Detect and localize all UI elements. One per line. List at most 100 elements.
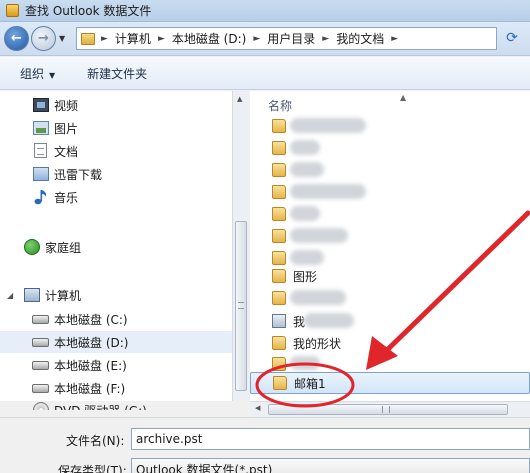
folder-icon [272,119,286,133]
filetype-value: Outlook 数据文件(*.pst) [136,462,273,473]
nav-item-xunlei-downloads[interactable]: 迅雷下载 [0,163,232,185]
nav-item-label: 本地磁盘 (F:) [54,382,126,396]
redacted-filename [290,250,324,265]
scrollbar-thumb[interactable] [268,404,508,415]
redacted-filename [290,162,324,177]
redacted-filename [290,118,366,133]
list-item[interactable] [250,137,530,159]
list-item[interactable] [250,203,530,225]
nav-item-pictures[interactable]: 图片 [0,117,232,139]
list-item[interactable] [250,159,530,181]
computer-icon [24,288,40,302]
nav-item-drive-e[interactable]: 本地磁盘 (E:) [0,354,232,376]
window-title: 查找 Outlook 数据文件 [25,4,152,18]
scroll-up-icon[interactable]: ▲ [237,95,242,103]
nav-item-drive-f[interactable]: 本地磁盘 (F:) [0,377,232,399]
folder-icon [272,141,286,155]
file-list-pane: 名称 ▲ 图形 我 我的形状 邮箱1 [250,91,530,401]
xunlei-download-icon [33,167,49,181]
column-header-name[interactable]: 名称 [268,97,292,114]
nav-item-computer[interactable]: ◢ 计算机 [0,284,232,306]
nav-item-label: 图片 [54,122,79,136]
sort-caret-icon: ▲ [400,93,407,102]
hard-disk-icon [32,338,49,347]
folder-icon [272,336,286,350]
nav-item-drive-d[interactable]: 本地磁盘 (D:) [0,331,232,353]
organize-button[interactable]: 组织 ▼ [20,65,55,82]
forward-button[interactable]: → [31,26,56,51]
breadcrumb-computer[interactable]: 计算机 [115,30,151,47]
chevron-right-icon[interactable]: ► [101,34,108,44]
scroll-left-icon[interactable]: ◀ [255,404,260,412]
command-toolbar: 组织 ▼ 新建文件夹 [0,57,530,90]
new-folder-button[interactable]: 新建文件夹 [87,65,147,82]
list-item-partial[interactable]: 我 [250,310,530,332]
file-list-horizontal-scrollbar[interactable]: ◀ [250,401,530,417]
filetype-label: 保存类型(T): [58,464,127,473]
hard-disk-icon [32,315,49,324]
collapse-arrow-icon[interactable]: ◢ [7,291,13,300]
back-button[interactable]: ← [4,26,29,51]
video-icon [33,98,49,112]
folder-icon [81,32,95,45]
nav-item-label: 家庭组 [45,241,82,255]
nav-item-label: 文档 [54,145,79,159]
filetype-select[interactable]: Outlook 数据文件(*.pst) [131,458,530,473]
navigation-pane: 视频 图片 文档 迅雷下载 音乐 家庭组 ◢ 计算机 本地磁盘 (C:) 本地磁… [0,91,232,410]
recent-locations-dropdown-icon[interactable]: ▼ [59,34,65,43]
scrollbar-thumb[interactable] [235,221,247,391]
list-item-my-shapes[interactable]: 我的形状 [250,332,530,354]
chevron-down-icon: ▼ [49,70,56,80]
nav-item-drive-c[interactable]: 本地磁盘 (C:) [0,308,232,330]
music-icon [34,190,47,205]
organize-label: 组织 [20,66,45,81]
navigation-pane-scrollbar[interactable]: ▲ [232,91,249,401]
filename-value: archive.pst [136,432,203,446]
nav-item-label: 计算机 [45,289,82,303]
list-item-mailbox-selected[interactable]: 邮箱1 [250,372,530,394]
documents-icon [34,143,47,158]
filename-label: 文件名(N): [66,434,125,448]
address-bar[interactable]: ► 计算机 ► 本地磁盘 (D:) ► 用户目录 ► 我的文档 ► [76,27,497,50]
pictures-icon [33,121,49,135]
grip-icon [238,302,244,309]
filename-input[interactable]: archive.pst [131,428,530,450]
homegroup-icon [24,239,40,255]
nav-item-label: 本地磁盘 (C:) [54,313,128,327]
refresh-icon[interactable]: ⟳ [502,30,522,48]
chevron-right-icon[interactable]: ► [322,34,329,44]
redacted-filename [290,184,366,199]
list-item-graph[interactable]: 图形 [250,265,530,287]
chevron-right-icon[interactable]: ► [391,34,398,44]
outlook-app-icon [6,4,19,17]
folder-icon [272,269,286,283]
nav-item-dvd-drive[interactable]: DVD 驱动器 (G:) [0,400,232,410]
nav-item-homegroup[interactable]: 家庭组 [0,236,232,258]
back-arrow-icon: ← [11,31,22,46]
chevron-right-icon[interactable]: ► [158,34,165,44]
list-item[interactable] [250,225,530,247]
nav-item-label: DVD 驱动器 (G:) [54,402,147,410]
list-item[interactable] [250,115,530,137]
grip-icon [382,406,390,413]
folder-icon [272,229,286,243]
breadcrumb-drive-d[interactable]: 本地磁盘 (D:) [172,30,246,47]
nav-item-label: 视频 [54,99,79,113]
list-item[interactable] [250,181,530,203]
application-icon [272,314,286,328]
breadcrumb-my-documents[interactable]: 我的文档 [336,30,384,47]
redacted-filename [290,228,348,243]
folder-icon [272,357,286,371]
breadcrumb-user-dir[interactable]: 用户目录 [267,30,315,47]
folder-icon [272,207,286,221]
nav-item-videos[interactable]: 视频 [0,94,232,116]
redacted-filename [304,313,354,328]
dvd-drive-icon [33,402,49,410]
nav-item-label: 本地磁盘 (E:) [54,359,127,373]
nav-item-music[interactable]: 音乐 [0,186,232,208]
redacted-filename [290,356,320,370]
folder-icon [272,291,286,305]
list-item[interactable] [250,287,530,309]
nav-item-documents[interactable]: 文档 [0,140,232,162]
chevron-right-icon[interactable]: ► [253,34,260,44]
